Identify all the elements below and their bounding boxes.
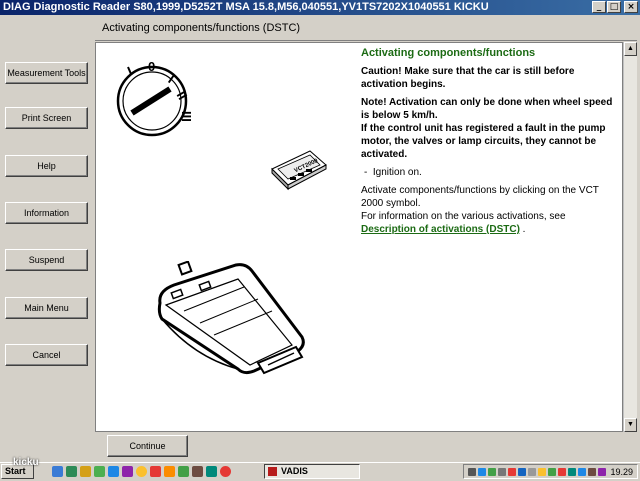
tray-icon[interactable] — [468, 468, 476, 476]
quick-launch-ie-icon[interactable] — [52, 466, 63, 477]
page-header: Activating components/functions (DSTC) — [95, 16, 637, 41]
description-of-activations-link[interactable]: Description of activations (DSTC) — [361, 224, 520, 235]
vertical-scrollbar[interactable]: ▲ ▼ — [623, 42, 637, 432]
window-title: DIAG Diagnostic Reader S80,1999,D5252T M… — [3, 1, 489, 13]
bullet-ignition-on: - Ignition on. — [364, 167, 422, 178]
instruction-text: Activating components/functions Caution!… — [361, 47, 619, 236]
taskbar-item-vadis[interactable]: VADIS — [264, 464, 360, 479]
instruction-info-text: For information on the various activatio… — [361, 211, 566, 222]
quick-launch-icon[interactable] — [192, 466, 203, 477]
page-title: Activating components/functions (DSTC) — [102, 22, 301, 34]
tray-icon[interactable] — [508, 468, 516, 476]
title-bar: DIAG Diagnostic Reader S80,1999,D5252T M… — [0, 0, 640, 15]
taskbar-item-label: VADIS — [281, 466, 308, 476]
help-button[interactable]: Help — [5, 155, 88, 177]
watermark: kicku — [13, 457, 39, 468]
quick-launch-icon[interactable] — [206, 466, 217, 477]
content-heading: Activating components/functions — [361, 47, 536, 59]
taskbar: Start VADIS 19.29 — [0, 462, 640, 481]
bullet-text: Ignition on. — [372, 167, 422, 178]
quick-launch-icon[interactable] — [136, 466, 147, 477]
tray-icon[interactable] — [558, 468, 566, 476]
ignition-position-iii: III — [179, 111, 194, 122]
link-suffix: . — [519, 224, 526, 235]
tray-icon[interactable] — [528, 468, 536, 476]
maximize-button[interactable]: □ — [607, 1, 621, 13]
scroll-down-arrow-icon[interactable]: ▼ — [624, 418, 637, 432]
quick-launch-chrome-icon[interactable] — [220, 466, 231, 477]
print-screen-button[interactable]: Print Screen — [5, 107, 88, 129]
scroll-up-arrow-icon[interactable]: ▲ — [624, 42, 637, 56]
quick-launch-icon[interactable] — [150, 466, 161, 477]
note-fault-text: If the control unit has registered a fau… — [361, 123, 606, 160]
link-line: Description of activations (DSTC) . — [361, 223, 619, 236]
cancel-button[interactable]: Cancel — [5, 344, 88, 366]
ignition-switch-icon: 0 I II III — [116, 59, 194, 137]
quick-launch-icon[interactable] — [80, 466, 91, 477]
information-button[interactable]: Information — [5, 202, 88, 224]
ignition-position-0: 0 — [148, 59, 155, 74]
instruction-activate-text: Activate components/functions by clickin… — [361, 185, 599, 209]
suspend-button[interactable]: Suspend — [5, 249, 88, 271]
note-wheel-speed-text: Note! Activation can only be done when w… — [361, 97, 613, 121]
control-unit-illustration — [157, 261, 305, 375]
tray-icon[interactable] — [568, 468, 576, 476]
tray-icon[interactable] — [488, 468, 496, 476]
content-panel: 0 I II III VCT2000 Activating components… — [95, 42, 623, 432]
close-button[interactable]: × — [624, 1, 638, 13]
vadis-app-icon — [268, 467, 277, 476]
tray-icon[interactable] — [518, 468, 526, 476]
tray-icon[interactable] — [588, 468, 596, 476]
tray-icon[interactable] — [548, 468, 556, 476]
tray-icon[interactable] — [498, 468, 506, 476]
quick-launch-icon[interactable] — [94, 466, 105, 477]
caution-text: Caution! Make sure that the car is still… — [361, 66, 575, 90]
tray-icon[interactable] — [478, 468, 486, 476]
tray-icon[interactable] — [578, 468, 586, 476]
quick-launch-icon[interactable] — [108, 466, 119, 477]
tray-icon[interactable] — [598, 468, 606, 476]
quick-launch-icon[interactable] — [178, 466, 189, 477]
continue-button[interactable]: Continue — [107, 435, 188, 457]
quick-launch-icon[interactable] — [164, 466, 175, 477]
quick-launch-icon[interactable] — [66, 466, 77, 477]
taskbar-clock[interactable]: 19.29 — [610, 466, 633, 478]
tray-icon[interactable] — [538, 468, 546, 476]
quick-launch-icon[interactable] — [122, 466, 133, 477]
system-tray: 19.29 — [463, 464, 638, 479]
minimize-button[interactable]: _ — [592, 1, 606, 13]
vct2000-symbol-icon[interactable]: VCT2000 — [268, 149, 330, 191]
main-menu-button[interactable]: Main Menu — [5, 297, 88, 319]
measurement-tools-button[interactable]: Measurement Tools — [5, 62, 88, 84]
